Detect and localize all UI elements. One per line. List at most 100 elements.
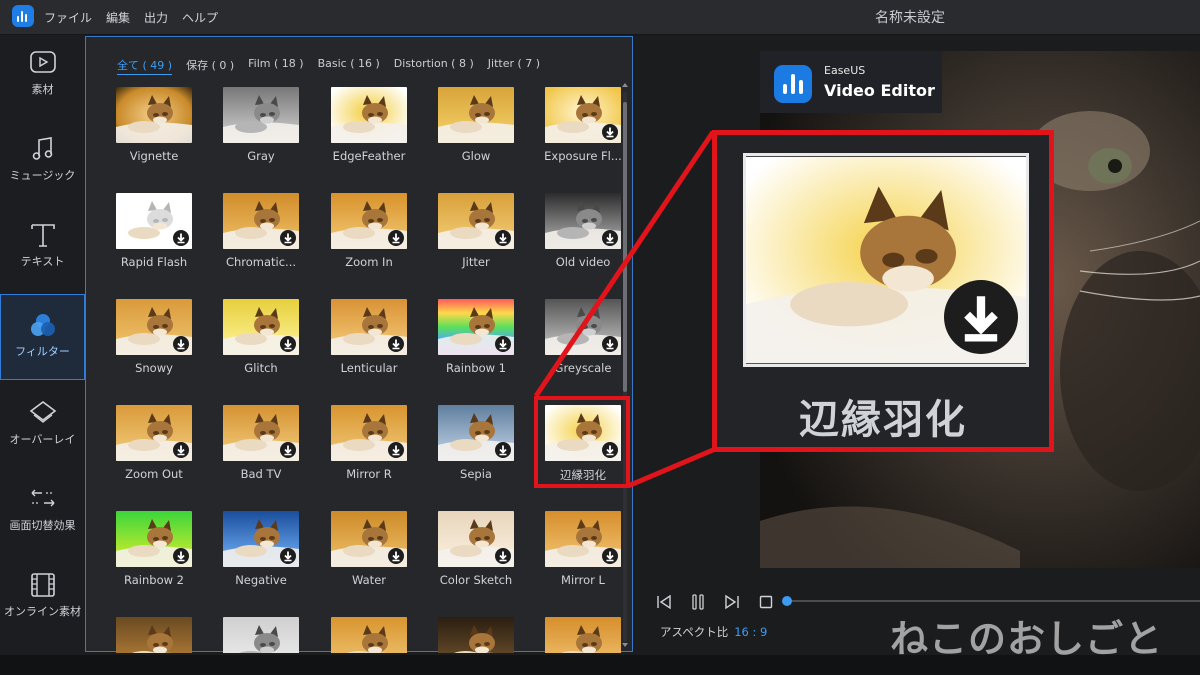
filter-item[interactable]: Greyscale <box>545 299 645 399</box>
download-icon[interactable] <box>280 442 296 458</box>
filter-item[interactable]: Rainbow 1 <box>438 299 538 399</box>
download-icon[interactable] <box>602 124 618 140</box>
download-icon[interactable] <box>173 442 189 458</box>
download-icon[interactable] <box>173 336 189 352</box>
filter-item[interactable] <box>331 617 431 653</box>
filter-thumbnail[interactable] <box>438 511 514 567</box>
filter-item[interactable]: Mirror R <box>331 405 431 505</box>
filter-item[interactable]: Mirror L <box>545 511 645 611</box>
download-icon[interactable] <box>495 336 511 352</box>
download-icon[interactable] <box>280 336 296 352</box>
filter-thumbnail[interactable] <box>331 617 407 653</box>
filter-thumbnail[interactable] <box>116 193 192 249</box>
menu-edit[interactable]: 編集 <box>106 9 130 26</box>
filter-thumbnail[interactable] <box>223 405 299 461</box>
download-icon[interactable] <box>388 442 404 458</box>
tab-basic[interactable]: Basic ( 16 ) <box>318 57 380 75</box>
filter-item[interactable]: Sepia <box>438 405 538 505</box>
filter-thumbnail[interactable] <box>545 617 621 653</box>
filter-thumbnail[interactable] <box>116 87 192 143</box>
filter-item[interactable]: EdgeFeather <box>331 87 431 187</box>
filter-thumbnail[interactable] <box>545 193 621 249</box>
filter-thumbnail[interactable] <box>331 193 407 249</box>
filter-thumbnail[interactable] <box>331 511 407 567</box>
menu-help[interactable]: ヘルプ <box>182 9 218 26</box>
filter-thumbnail[interactable] <box>438 87 514 143</box>
filter-thumbnail[interactable] <box>223 511 299 567</box>
filter-item[interactable]: Zoom In <box>331 193 431 293</box>
filter-item[interactable] <box>438 617 538 653</box>
filter-thumbnail[interactable] <box>223 617 299 653</box>
filter-item[interactable]: Jitter <box>438 193 538 293</box>
tab-jitter[interactable]: Jitter ( 7 ) <box>488 57 540 75</box>
filter-item[interactable] <box>116 617 216 653</box>
filter-thumbnail[interactable] <box>438 405 514 461</box>
sidebar-item-overlay[interactable]: オーバーレイ <box>0 399 85 483</box>
download-icon[interactable] <box>388 548 404 564</box>
download-icon[interactable] <box>602 548 618 564</box>
filter-item[interactable]: Negative <box>223 511 323 611</box>
filter-item[interactable]: Glow <box>438 87 538 187</box>
tab-saved[interactable]: 保存 ( 0 ) <box>186 57 234 75</box>
filter-item[interactable]: Rapid Flash <box>116 193 216 293</box>
filter-item[interactable]: Chromatic... <box>223 193 323 293</box>
download-icon[interactable] <box>495 230 511 246</box>
filter-thumbnail[interactable] <box>116 617 192 653</box>
prev-frame-icon[interactable] <box>656 594 672 610</box>
download-icon[interactable] <box>173 230 189 246</box>
next-frame-icon[interactable] <box>724 594 740 610</box>
aspect-ratio-value[interactable]: 16 : 9 <box>734 625 767 639</box>
filter-thumbnail[interactable] <box>438 617 514 653</box>
filter-item[interactable]: Zoom Out <box>116 405 216 505</box>
download-icon[interactable] <box>388 336 404 352</box>
sidebar-item-transition[interactable]: 画面切替効果 <box>0 485 85 569</box>
download-icon[interactable] <box>173 548 189 564</box>
filter-thumbnail[interactable] <box>438 193 514 249</box>
scrollbar-thumb[interactable] <box>623 102 627 392</box>
download-icon[interactable] <box>602 230 618 246</box>
filter-item[interactable]: Gray <box>223 87 323 187</box>
filter-item[interactable]: Water <box>331 511 431 611</box>
filter-item[interactable]: Glitch <box>223 299 323 399</box>
filter-item[interactable] <box>223 617 323 653</box>
tab-all[interactable]: 全て ( 49 ) <box>117 57 173 75</box>
download-icon[interactable] <box>388 230 404 246</box>
download-icon[interactable] <box>280 230 296 246</box>
filter-thumbnail[interactable] <box>331 87 407 143</box>
filter-thumbnail[interactable] <box>223 193 299 249</box>
tab-film[interactable]: Film ( 18 ) <box>248 57 303 75</box>
filter-thumbnail[interactable] <box>223 299 299 355</box>
filter-thumbnail[interactable] <box>116 511 192 567</box>
filter-item[interactable]: Lenticular <box>331 299 431 399</box>
scroll-down-icon[interactable] <box>622 643 628 647</box>
filter-item[interactable]: Rainbow 2 <box>116 511 216 611</box>
pause-icon[interactable] <box>690 594 706 610</box>
filter-thumbnail[interactable] <box>331 299 407 355</box>
download-icon[interactable] <box>495 442 511 458</box>
menu-export[interactable]: 出力 <box>144 9 168 26</box>
filter-item[interactable]: Old video <box>545 193 645 293</box>
download-icon[interactable] <box>280 548 296 564</box>
download-icon[interactable] <box>495 548 511 564</box>
filter-item[interactable]: Vignette <box>116 87 216 187</box>
progress-knob[interactable] <box>782 596 792 606</box>
download-icon[interactable] <box>602 336 618 352</box>
filter-thumbnail[interactable] <box>116 299 192 355</box>
sidebar-item-media[interactable]: 素材 <box>0 49 85 133</box>
playback-progress[interactable] <box>782 596 1200 606</box>
sidebar-item-filter[interactable]: フィルター <box>0 294 85 380</box>
sidebar-item-online[interactable]: オンライン素材 <box>0 571 85 655</box>
filter-thumbnail[interactable] <box>545 511 621 567</box>
filter-item[interactable]: Bad TV <box>223 405 323 505</box>
filter-item[interactable]: Snowy <box>116 299 216 399</box>
menu-file[interactable]: ファイル <box>44 9 92 26</box>
filter-thumbnail[interactable] <box>438 299 514 355</box>
filter-item[interactable]: Color Sketch <box>438 511 538 611</box>
filter-thumbnail[interactable] <box>223 87 299 143</box>
filter-thumbnail[interactable] <box>331 405 407 461</box>
sidebar-item-music[interactable]: ミュージック <box>0 135 85 219</box>
filter-item[interactable] <box>545 617 645 653</box>
filter-thumbnail[interactable] <box>545 299 621 355</box>
filter-thumbnail[interactable] <box>116 405 192 461</box>
scroll-up-icon[interactable] <box>622 83 628 87</box>
